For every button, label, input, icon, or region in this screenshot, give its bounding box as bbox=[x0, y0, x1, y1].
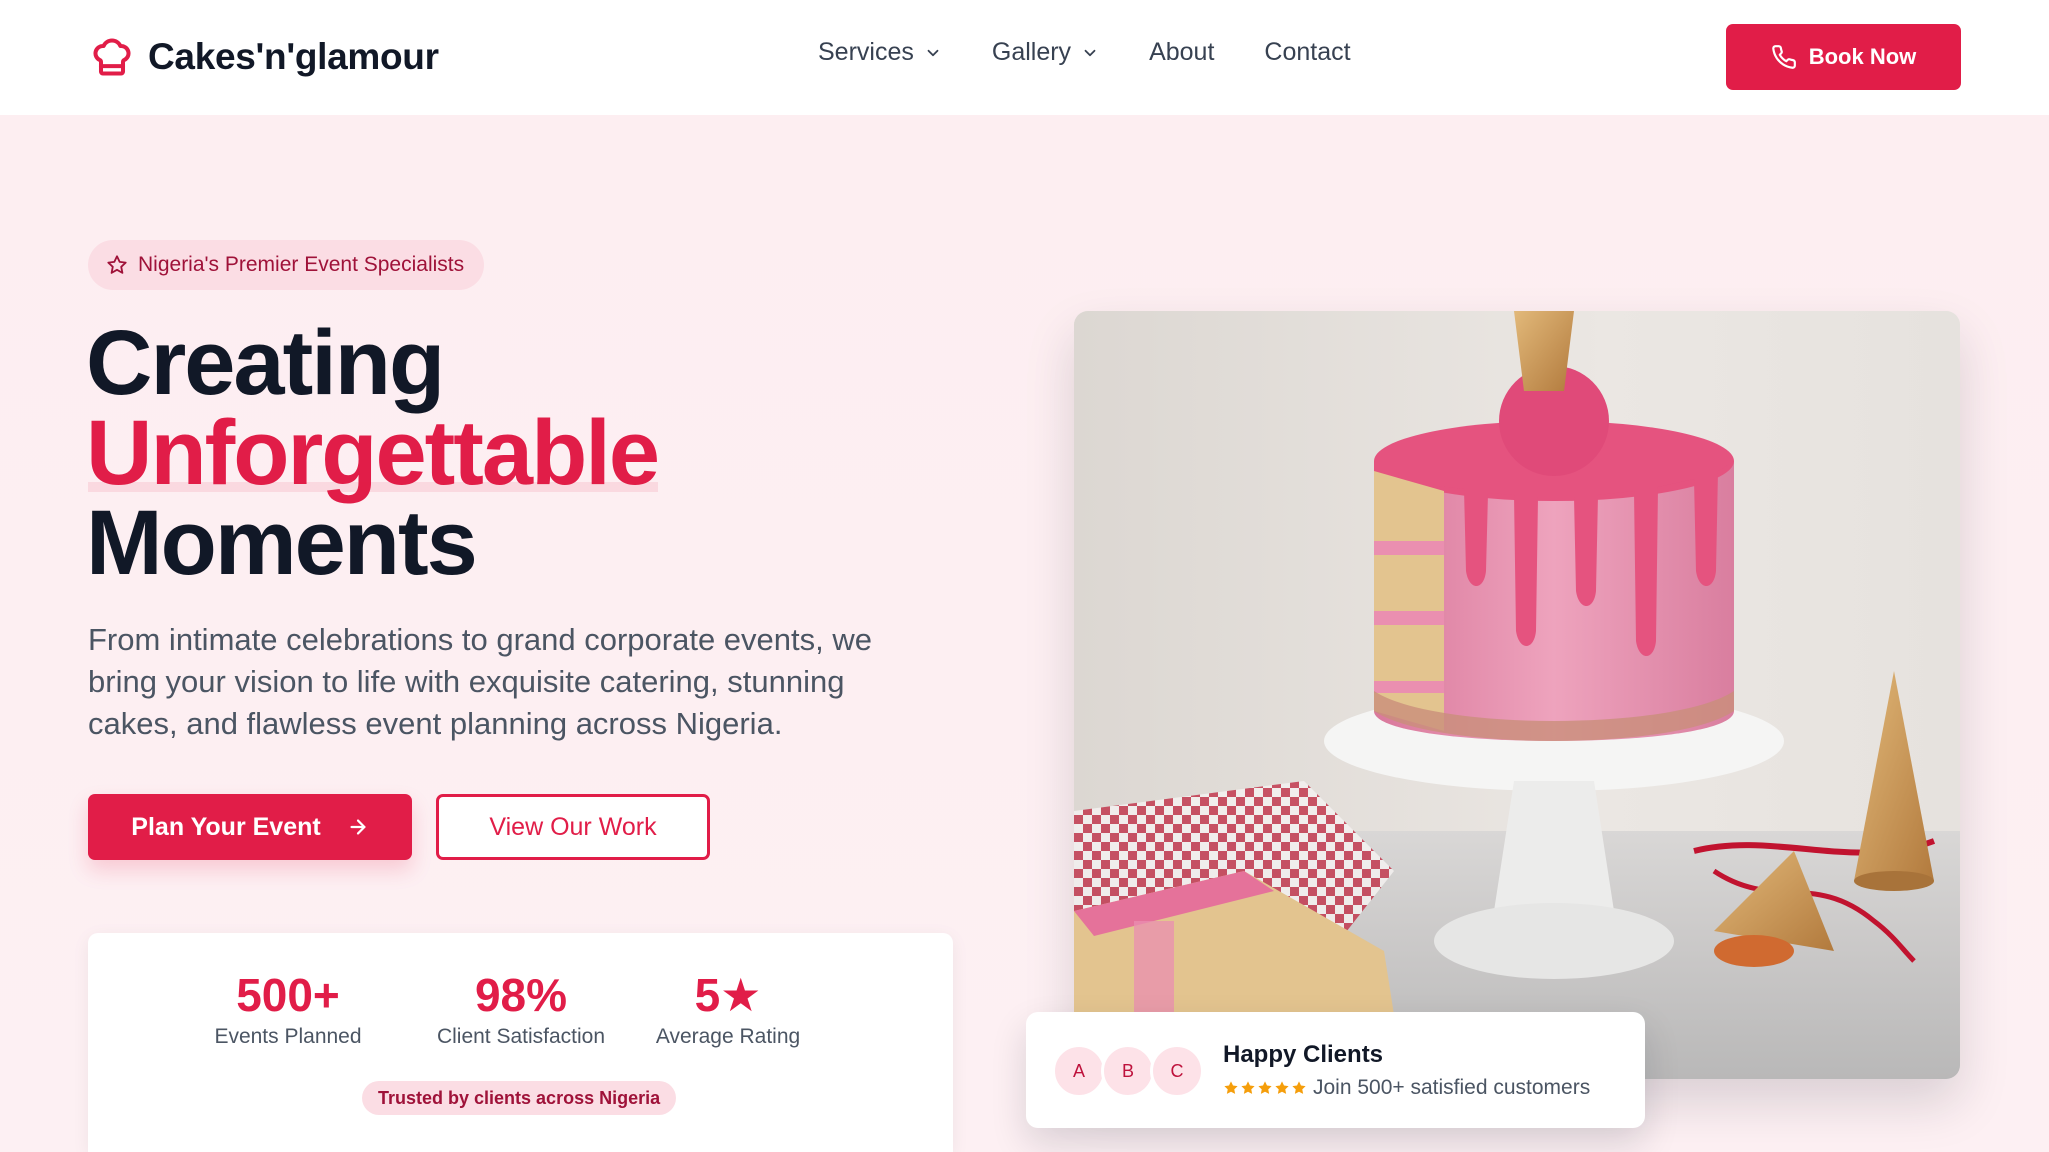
main-menu: Services Gallery About Contact bbox=[818, 38, 1401, 67]
stat-label: Events Planned bbox=[214, 1025, 362, 1048]
stat-label: Client Satisfaction bbox=[436, 1025, 606, 1048]
stat-satisfaction: 98% Client Satisfaction bbox=[428, 969, 614, 1049]
star-filled-icon bbox=[1258, 1081, 1272, 1094]
hero-badge-text: Nigeria's Premier Event Specialists bbox=[138, 253, 465, 276]
nav-about[interactable]: About bbox=[1149, 38, 1214, 67]
hero-description: From intimate celebrations to grand corp… bbox=[88, 622, 872, 741]
star-filled-icon bbox=[1275, 1081, 1289, 1094]
star-filled-icon bbox=[1292, 1081, 1306, 1094]
nav-gallery[interactable]: Gallery bbox=[992, 38, 1099, 67]
trust-badge: Trusted by clients across Nigeria bbox=[362, 1081, 677, 1115]
stat-value: 98% bbox=[474, 969, 568, 1021]
stats-card: 500+ Events Planned 98% Client Satisfact… bbox=[88, 933, 953, 1152]
stat-value: 500+ bbox=[236, 969, 340, 1021]
headline-line-1: Creating bbox=[86, 312, 445, 414]
hero-cake-image bbox=[1074, 311, 1960, 1079]
cake-illustration bbox=[1074, 311, 1960, 1079]
headline-line-3: Moments bbox=[86, 492, 478, 594]
nav-services-label: Services bbox=[818, 38, 914, 66]
top-navbar: Cakes'n'glamour Services Gallery About C… bbox=[0, 0, 2049, 115]
star-icon bbox=[107, 255, 127, 274]
stat-events: 500+ Events Planned bbox=[196, 969, 380, 1049]
plan-your-event-button[interactable]: Plan Your Event bbox=[88, 794, 412, 860]
happy-clients-title: Happy Clients bbox=[1223, 1041, 1384, 1068]
headline-line-2-highlight: Unforgettable bbox=[86, 402, 660, 504]
nav-gallery-label: Gallery bbox=[991, 38, 1072, 66]
stat-label: Average Rating bbox=[655, 1025, 801, 1048]
hero-badge: Nigeria's Premier Event Specialists bbox=[88, 240, 485, 290]
chef-hat-icon bbox=[93, 38, 131, 76]
book-now-label: Book Now bbox=[1808, 44, 1917, 69]
phone-icon bbox=[1771, 45, 1796, 69]
nav-about-label: About bbox=[1149, 38, 1215, 66]
stat-value: 5★ bbox=[694, 969, 762, 1021]
avatar: C bbox=[1150, 1044, 1204, 1098]
happy-clients-card: A B C Happy Clients Join 500+ satisfied … bbox=[1026, 1012, 1645, 1128]
happy-clients-subtitle: Join 500+ satisfied customers bbox=[1313, 1076, 1591, 1099]
happy-clients-subtitle-row: Join 500+ satisfied customers bbox=[1223, 1076, 1590, 1100]
view-our-work-label: View Our Work bbox=[489, 812, 657, 841]
rating-stars bbox=[1223, 1080, 1307, 1096]
chevron-down-icon bbox=[927, 49, 939, 56]
nav-services[interactable]: Services bbox=[818, 38, 942, 67]
view-our-work-button[interactable]: View Our Work bbox=[436, 794, 710, 860]
nav-contact[interactable]: Contact bbox=[1264, 38, 1350, 67]
star-filled-icon bbox=[1241, 1081, 1255, 1094]
avatar: A bbox=[1052, 1044, 1106, 1098]
nav-contact-label: Contact bbox=[1264, 38, 1351, 66]
arrow-right-icon bbox=[350, 819, 366, 835]
stat-rating: 5★ Average Rating bbox=[644, 969, 812, 1049]
plan-your-event-label: Plan Your Event bbox=[131, 812, 321, 841]
chevron-down-icon bbox=[1084, 49, 1096, 56]
brand-name: Cakes'n'glamour bbox=[148, 36, 439, 77]
brand-logo-link[interactable]: Cakes'n'glamour bbox=[90, 34, 439, 80]
hero-headline: Creating Unforgettable Moments bbox=[86, 312, 660, 594]
book-now-button[interactable]: Book Now bbox=[1726, 24, 1961, 90]
star-filled-icon bbox=[1224, 1081, 1238, 1094]
avatar: B bbox=[1101, 1044, 1155, 1098]
